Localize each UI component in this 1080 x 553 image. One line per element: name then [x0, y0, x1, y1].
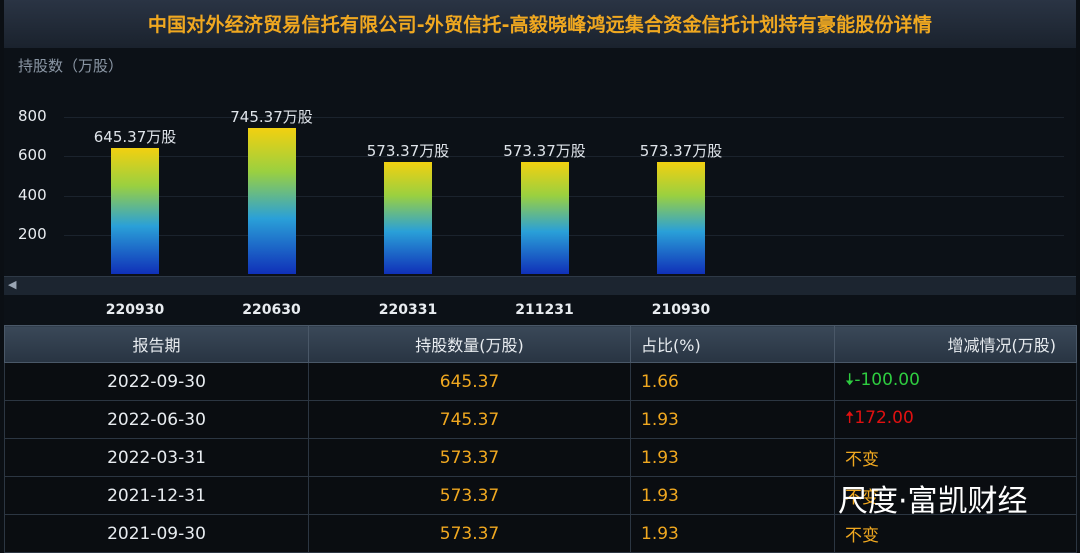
- change-cell: 不变: [834, 514, 1077, 553]
- period-cell: 2022-06-30: [4, 400, 309, 439]
- data-label: 645.37万股: [93, 127, 177, 146]
- y-tick-label: 600: [18, 146, 47, 165]
- shares-cell: 573.37: [308, 514, 631, 553]
- bar[interactable]: [520, 161, 569, 274]
- table-row[interactable]: 2022-03-31 573.37 1.93 不变: [4, 438, 1077, 477]
- y-axis-label: 持股数（万股）: [18, 57, 124, 75]
- change-cell: 🠅172.00: [834, 400, 1077, 439]
- change-value: 不变: [845, 450, 879, 470]
- bar[interactable]: [247, 127, 296, 274]
- title-bar: 中国对外经济贸易信托有限公司-外贸信托-高毅晓峰鸿远集合资金信托计划持有豪能股份…: [4, 0, 1076, 49]
- holding-detail-panel: 中国对外经济贸易信托有限公司-外贸信托-高毅晓峰鸿远集合资金信托计划持有豪能股份…: [4, 0, 1077, 553]
- y-tick-label: 200: [18, 224, 47, 243]
- ratio-cell: 1.66: [630, 362, 835, 401]
- change-value: 172.00: [854, 408, 914, 428]
- table-row[interactable]: 2021-09-30 573.37 1.93 不变: [4, 514, 1077, 553]
- y-tick-label: 400: [18, 185, 47, 204]
- change-cell: 不变: [834, 438, 1077, 477]
- watermark: 尺度·富凯财经: [838, 484, 1028, 519]
- period-cell: 2021-12-31: [4, 476, 309, 515]
- bar[interactable]: [111, 147, 159, 274]
- chart-scrollbar[interactable]: ◀: [4, 276, 1076, 296]
- x-tick-label: 210930: [651, 302, 711, 318]
- arrow-up-icon: 🠅: [845, 408, 855, 428]
- x-tick-label: 220930: [105, 302, 165, 318]
- y-tick-label: 800: [18, 107, 47, 126]
- x-tick-label: 211231: [515, 302, 574, 318]
- shares-cell: 573.37: [308, 438, 631, 477]
- data-label: 573.37万股: [639, 141, 723, 160]
- header-period[interactable]: 报告期: [4, 325, 309, 363]
- bar[interactable]: [657, 161, 705, 274]
- data-label: 745.37万股: [230, 107, 313, 126]
- header-change[interactable]: 增减情况(万股): [834, 325, 1077, 363]
- table-header-row: 报告期 持股数量(万股) 占比(%) 增减情况(万股): [4, 325, 1077, 363]
- table-row[interactable]: 2022-06-30 745.37 1.93 🠅172.00: [4, 400, 1077, 439]
- table-row[interactable]: 2022-09-30 645.37 1.66 🠇-100.00: [4, 362, 1077, 401]
- ratio-cell: 1.93: [630, 514, 835, 553]
- shares-cell: 745.37: [308, 400, 631, 439]
- change-value: 不变: [845, 526, 879, 546]
- ratio-cell: 1.93: [630, 476, 835, 515]
- period-cell: 2021-09-30: [4, 514, 309, 553]
- page-title: 中国对外经济贸易信托有限公司-外贸信托-高毅晓峰鸿远集合资金信托计划持有豪能股份…: [147, 14, 933, 36]
- x-axis: 220930 220630 220331 211231 210930: [4, 295, 1076, 325]
- shares-cell: 573.37: [308, 476, 631, 515]
- period-cell: 2022-09-30: [4, 362, 309, 401]
- x-tick-label: 220630: [242, 302, 301, 318]
- ratio-cell: 1.93: [630, 400, 835, 439]
- change-cell: 🠇-100.00: [834, 362, 1077, 401]
- ratio-cell: 1.93: [630, 438, 835, 477]
- holdings-bar-chart: 持股数（万股） 200 400 600 800 645.37万股 745.37万股 573.…: [4, 48, 1076, 276]
- shares-cell: 645.37: [308, 362, 631, 401]
- scroll-left-icon[interactable]: ◀: [8, 278, 16, 291]
- change-value: -100.00: [854, 370, 920, 390]
- period-cell: 2022-03-31: [4, 438, 309, 477]
- bar[interactable]: [384, 161, 432, 274]
- x-tick-label: 220331: [378, 302, 438, 318]
- arrow-down-icon: 🠇: [845, 370, 855, 390]
- header-shares[interactable]: 持股数量(万股): [308, 325, 631, 363]
- header-ratio[interactable]: 占比(%): [630, 325, 835, 363]
